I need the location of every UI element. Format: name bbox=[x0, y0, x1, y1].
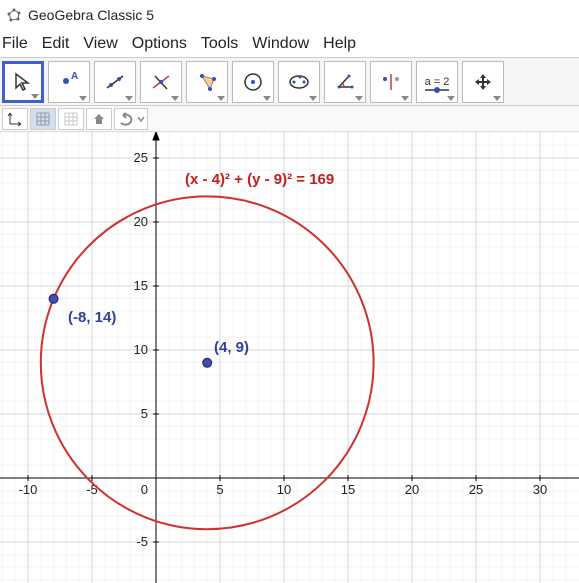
btn-undo[interactable] bbox=[114, 108, 148, 130]
tool-point[interactable]: A bbox=[48, 61, 90, 103]
point-label[interactable]: (-8, 14) bbox=[68, 309, 116, 326]
chevron-down-icon bbox=[493, 96, 501, 101]
btn-home[interactable] bbox=[86, 108, 112, 130]
tool-circle[interactable] bbox=[232, 61, 274, 103]
svg-text:25: 25 bbox=[134, 150, 148, 165]
tool-angle[interactable] bbox=[324, 61, 366, 103]
tool-perpendicular[interactable] bbox=[140, 61, 182, 103]
tool-line[interactable] bbox=[94, 61, 136, 103]
chevron-down-icon bbox=[31, 94, 39, 99]
menu-tools[interactable]: Tools bbox=[201, 35, 238, 53]
app-title: GeoGebra Classic 5 bbox=[28, 7, 154, 23]
chevron-down-icon bbox=[309, 96, 317, 101]
tool-reflect[interactable] bbox=[370, 61, 412, 103]
svg-text:20: 20 bbox=[134, 214, 148, 229]
menu-window[interactable]: Window bbox=[252, 35, 309, 53]
svg-text:15: 15 bbox=[341, 482, 355, 497]
tool-move[interactable] bbox=[2, 61, 44, 103]
menu-edit[interactable]: Edit bbox=[42, 35, 70, 53]
center-label[interactable]: (4, 9) bbox=[214, 339, 249, 356]
svg-text:10: 10 bbox=[277, 482, 291, 497]
menubar: File Edit View Options Tools Window Help bbox=[0, 30, 579, 58]
btn-axes[interactable] bbox=[2, 108, 28, 130]
btn-grid-style[interactable] bbox=[58, 108, 84, 130]
chevron-down-icon bbox=[125, 96, 133, 101]
svg-text:5: 5 bbox=[141, 406, 148, 421]
btn-grid[interactable] bbox=[30, 108, 56, 130]
svg-text:10: 10 bbox=[134, 342, 148, 357]
chevron-down-icon bbox=[79, 96, 87, 101]
major-grid bbox=[0, 132, 579, 583]
tool-slider[interactable]: a = 2 bbox=[416, 61, 458, 103]
menu-help[interactable]: Help bbox=[323, 35, 356, 53]
tool-move-view[interactable] bbox=[462, 61, 504, 103]
app-icon bbox=[6, 7, 22, 23]
menu-view[interactable]: View bbox=[83, 35, 117, 53]
chevron-down-icon bbox=[171, 96, 179, 101]
point-on-circle[interactable] bbox=[49, 294, 58, 303]
chevron-down-icon bbox=[263, 96, 271, 101]
axes bbox=[0, 132, 579, 583]
svg-text:A: A bbox=[71, 71, 78, 82]
point-center[interactable] bbox=[203, 358, 212, 367]
minor-grid bbox=[0, 132, 579, 583]
menu-options[interactable]: Options bbox=[132, 35, 187, 53]
chevron-down-icon bbox=[447, 96, 455, 101]
menu-file[interactable]: File bbox=[2, 35, 28, 53]
graph-view[interactable]: -10 -5 0 5 10 15 20 25 30 -5 5 10 15 20 … bbox=[0, 132, 579, 583]
tool-ellipse[interactable] bbox=[278, 61, 320, 103]
svg-text:-10: -10 bbox=[19, 482, 38, 497]
svg-text:25: 25 bbox=[469, 482, 483, 497]
secondary-toolbar bbox=[0, 106, 579, 132]
svg-text:20: 20 bbox=[405, 482, 419, 497]
equation-label[interactable]: (x - 4)² + (y - 9)² = 169 bbox=[185, 171, 334, 188]
tool-polygon[interactable] bbox=[186, 61, 228, 103]
svg-text:5: 5 bbox=[216, 482, 223, 497]
svg-text:30: 30 bbox=[533, 482, 547, 497]
titlebar: GeoGebra Classic 5 bbox=[0, 0, 579, 30]
chevron-down-icon bbox=[355, 96, 363, 101]
svg-text:0: 0 bbox=[141, 482, 148, 497]
chevron-down-icon bbox=[217, 96, 225, 101]
main-toolbar: A a = 2 bbox=[0, 58, 579, 106]
svg-text:-5: -5 bbox=[136, 534, 148, 549]
chevron-down-icon bbox=[401, 96, 409, 101]
svg-text:15: 15 bbox=[134, 278, 148, 293]
